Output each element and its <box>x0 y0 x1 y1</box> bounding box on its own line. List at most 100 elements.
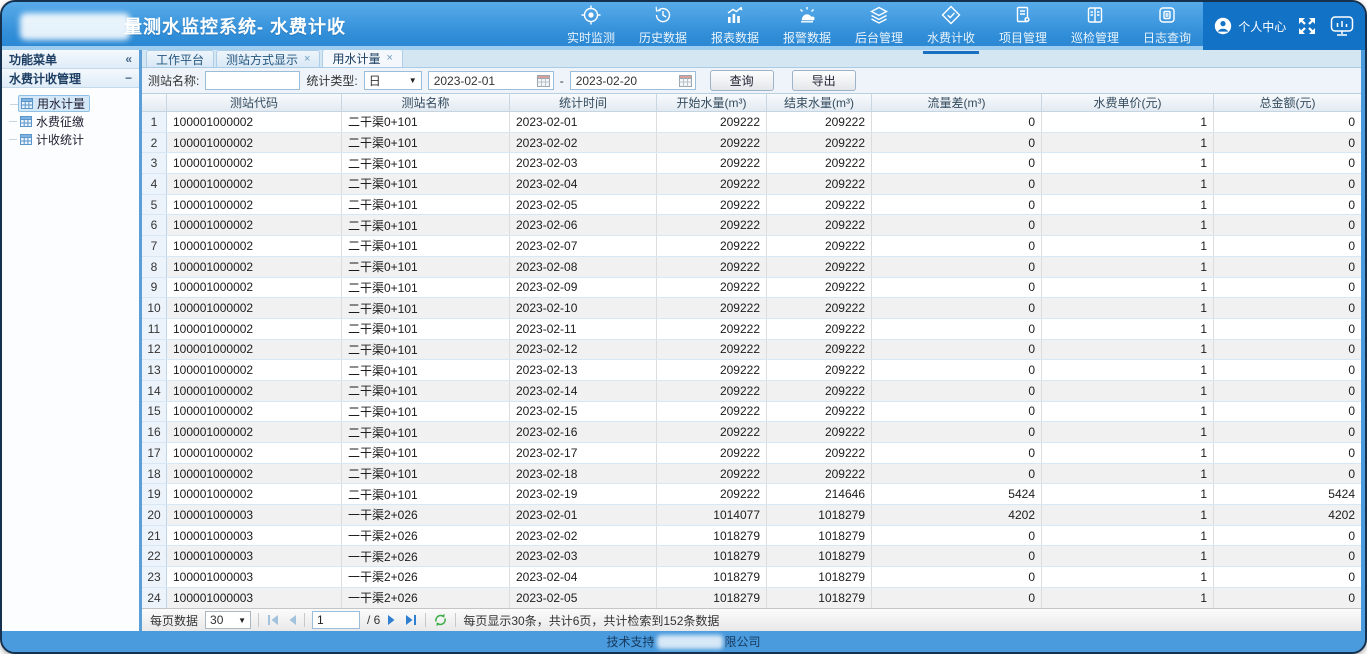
report-chart-icon <box>724 4 746 26</box>
table-row[interactable]: 10 100001000002 二干渠0+101 2023-02-10 2092… <box>142 298 1361 319</box>
nav-item-alarms[interactable]: 报警数据 <box>771 2 843 50</box>
nav-label: 项目管理 <box>999 29 1047 46</box>
cell-total-amount: 0 <box>1214 257 1361 277</box>
chevron-down-icon: ▼ <box>409 76 417 85</box>
cell-total-amount: 0 <box>1214 526 1361 546</box>
support-prefix: 技术支持 <box>606 633 654 650</box>
table-row[interactable]: 6 100001000002 二干渠0+101 2023-02-06 20922… <box>142 215 1361 236</box>
sidebar-item-water-metering[interactable]: 用水计量 <box>18 95 90 112</box>
refresh-icon[interactable] <box>433 613 448 627</box>
nav-item-reports[interactable]: 报表数据 <box>699 2 771 50</box>
table-row[interactable]: 5 100001000002 二干渠0+101 2023-02-05 20922… <box>142 195 1361 216</box>
cell-station-name: 二干渠0+101 <box>342 402 510 422</box>
tab-water-metering[interactable]: 用水计量 × <box>322 49 402 67</box>
column-header-rownum <box>142 94 167 111</box>
table-row[interactable]: 1 100001000002 二干渠0+101 2023-02-01 20922… <box>142 112 1361 133</box>
query-button[interactable]: 查询 <box>710 70 774 91</box>
tab-label: 测站方式显示 <box>226 51 298 68</box>
tab-workbench[interactable]: 工作平台 <box>146 50 214 67</box>
export-button[interactable]: 导出 <box>792 70 856 91</box>
table-row[interactable]: 21 100001000003 一干渠2+026 2023-02-02 1018… <box>142 526 1361 547</box>
nav-item-inspection[interactable]: 巡检管理 <box>1059 2 1131 50</box>
table-row[interactable]: 3 100001000002 二干渠0+101 2023-02-03 20922… <box>142 153 1361 174</box>
close-icon[interactable]: × <box>304 54 310 65</box>
stat-type-select[interactable]: 日 ▼ <box>364 71 422 90</box>
sidebar-menu-header[interactable]: 功能菜单 « <box>2 50 139 69</box>
tab-station-display[interactable]: 测站方式显示 × <box>216 50 320 67</box>
prev-page-button[interactable] <box>287 614 297 626</box>
nav-item-admin[interactable]: 后台管理 <box>843 2 915 50</box>
station-name-input[interactable] <box>205 71 300 90</box>
nav-item-realtime[interactable]: 实时监测 <box>555 2 627 50</box>
cell-stat-time: 2023-02-03 <box>510 153 657 173</box>
next-page-button[interactable] <box>387 614 397 626</box>
last-page-button[interactable] <box>404 614 418 626</box>
table-row[interactable]: 16 100001000002 二干渠0+101 2023-02-16 2092… <box>142 422 1361 443</box>
page-number-input[interactable] <box>312 611 360 629</box>
table-row[interactable]: 2 100001000002 二干渠0+101 2023-02-02 20922… <box>142 133 1361 154</box>
column-header-station-code[interactable]: 测站代码 <box>167 94 342 111</box>
cell-rownum: 24 <box>142 588 167 608</box>
sidebar-group-header[interactable]: 水费计收管理 − <box>2 69 139 88</box>
collapse-minus-icon[interactable]: − <box>125 71 132 85</box>
table-row[interactable]: 24 100001000003 一干渠2+026 2023-02-05 1018… <box>142 588 1361 608</box>
first-page-button[interactable] <box>266 614 280 626</box>
cell-flow-diff: 0 <box>872 546 1042 566</box>
table-row[interactable]: 20 100001000003 一干渠2+026 2023-02-01 1014… <box>142 505 1361 526</box>
cell-total-amount: 0 <box>1214 546 1361 566</box>
separator <box>425 613 426 627</box>
cell-total-amount: 0 <box>1214 443 1361 463</box>
crosshair-icon <box>580 4 602 26</box>
table-row[interactable]: 22 100001000003 一干渠2+026 2023-02-03 1018… <box>142 546 1361 567</box>
column-header-unit-price[interactable]: 水费单价(元) <box>1042 94 1214 111</box>
date-to-input[interactable]: 2023-02-20 <box>570 71 696 90</box>
fullscreen-icon[interactable] <box>1296 15 1318 37</box>
table-row[interactable]: 11 100001000002 二干渠0+101 2023-02-11 2092… <box>142 319 1361 340</box>
cell-start-volume: 209222 <box>657 422 767 442</box>
date-from-input[interactable]: 2023-02-01 <box>428 71 554 90</box>
person-circle-icon <box>1213 16 1233 36</box>
cell-station-name: 二干渠0+101 <box>342 484 510 504</box>
collapse-left-icon[interactable]: « <box>125 52 132 66</box>
nav-item-projects[interactable]: 项目管理 <box>987 2 1059 50</box>
column-header-total-amount[interactable]: 总金额(元) <box>1214 94 1361 111</box>
table-row[interactable]: 8 100001000002 二干渠0+101 2023-02-08 20922… <box>142 257 1361 278</box>
cell-station-name: 一干渠2+026 <box>342 567 510 587</box>
table-row[interactable]: 14 100001000002 二干渠0+101 2023-02-14 2092… <box>142 381 1361 402</box>
cell-rownum: 11 <box>142 319 167 339</box>
sidebar-item-label: 计收统计 <box>36 131 84 148</box>
table-row[interactable]: 19 100001000002 二干渠0+101 2023-02-19 2092… <box>142 484 1361 505</box>
column-header-stat-time[interactable]: 统计时间 <box>510 94 657 111</box>
nav-item-logs[interactable]: 日志查询 <box>1131 2 1203 50</box>
user-center-button[interactable]: 个人中心 <box>1213 16 1286 36</box>
cell-station-code: 100001000002 <box>167 153 342 173</box>
column-header-end-volume[interactable]: 结束水量(m³) <box>767 94 872 111</box>
monitor-chart-icon[interactable] <box>1329 14 1355 38</box>
table-row[interactable]: 18 100001000002 二干渠0+101 2023-02-18 2092… <box>142 464 1361 485</box>
cell-station-code: 100001000002 <box>167 298 342 318</box>
column-header-start-volume[interactable]: 开始水量(m³) <box>657 94 767 111</box>
table-row[interactable]: 12 100001000002 二干渠0+101 2023-02-12 2092… <box>142 340 1361 361</box>
table-row[interactable]: 7 100001000002 二干渠0+101 2023-02-07 20922… <box>142 236 1361 257</box>
cell-total-amount: 0 <box>1214 298 1361 318</box>
nav-item-history[interactable]: 历史数据 <box>627 2 699 50</box>
sidebar-item-collection-stats[interactable]: 计收统计 <box>18 131 88 148</box>
cell-station-name: 二干渠0+101 <box>342 422 510 442</box>
table-row[interactable]: 4 100001000002 二干渠0+101 2023-02-04 20922… <box>142 174 1361 195</box>
table-row[interactable]: 9 100001000002 二干渠0+101 2023-02-09 20922… <box>142 278 1361 299</box>
calendar-icon[interactable] <box>537 74 550 87</box>
cell-station-code: 100001000002 <box>167 319 342 339</box>
nav-item-water-fee[interactable]: 水费计收 <box>915 2 987 50</box>
calendar-icon[interactable] <box>679 74 692 87</box>
page-size-select[interactable]: 30 ▼ <box>205 611 251 629</box>
table-row[interactable]: 13 100001000002 二干渠0+101 2023-02-13 2092… <box>142 360 1361 381</box>
table-row[interactable]: 15 100001000002 二干渠0+101 2023-02-15 2092… <box>142 402 1361 423</box>
sidebar-item-fee-collection[interactable]: 水费征缴 <box>18 113 88 130</box>
close-icon[interactable]: × <box>386 53 392 64</box>
table-row[interactable]: 23 100001000003 一干渠2+026 2023-02-04 1018… <box>142 567 1361 588</box>
table-row[interactable]: 17 100001000002 二干渠0+101 2023-02-17 2092… <box>142 443 1361 464</box>
column-header-station-name[interactable]: 测站名称 <box>342 94 510 111</box>
column-header-flow-diff[interactable]: 流量差(m³) <box>872 94 1042 111</box>
cell-station-name: 二干渠0+101 <box>342 464 510 484</box>
table-header-row: 测站代码 测站名称 统计时间 开始水量(m³) 结束水量(m³) 流量差(m³)… <box>142 94 1361 112</box>
